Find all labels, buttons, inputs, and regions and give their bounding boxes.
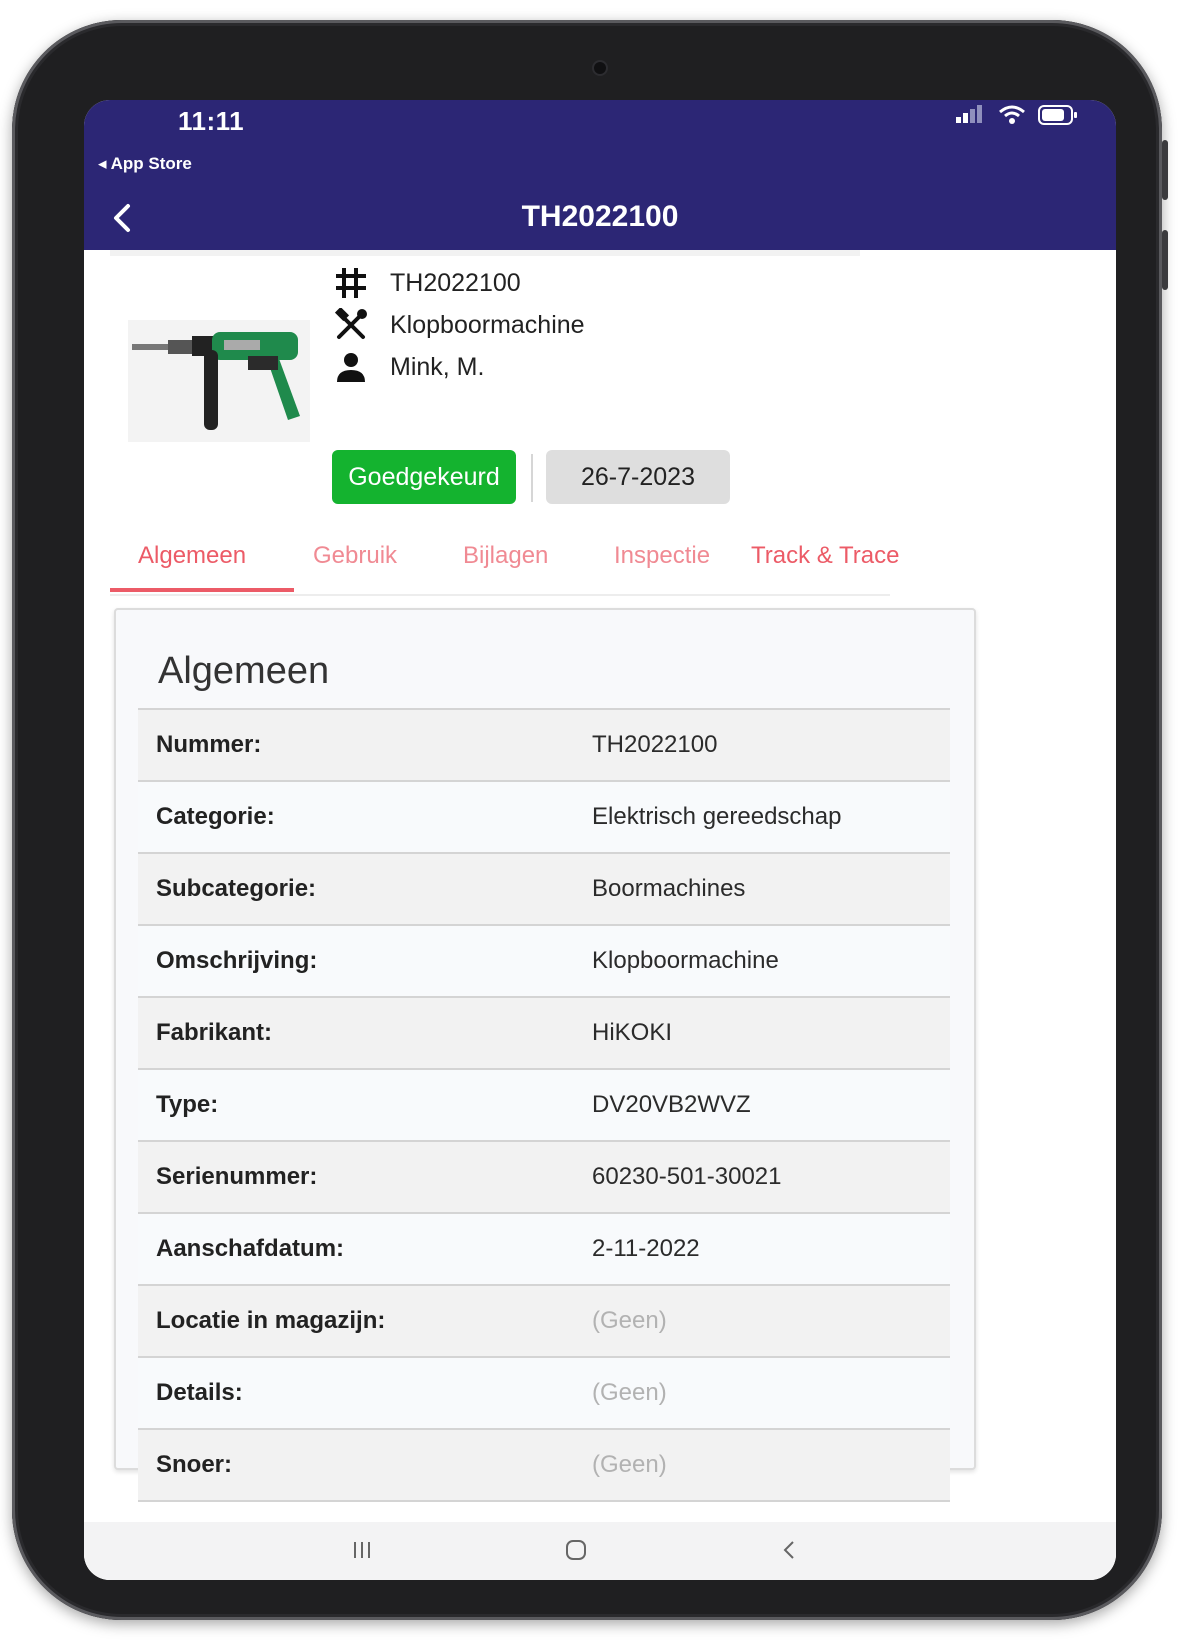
top-bar: 11:11 ◂ App Store TH2022100 [84, 100, 1116, 250]
status-badge: Goedgekeurd [332, 450, 516, 504]
power-button [1162, 140, 1168, 200]
row-value: Klopboormachine [592, 947, 779, 974]
home-icon [566, 1540, 586, 1560]
item-owner-row: Mink, M. [334, 350, 484, 384]
row-label: Locatie in magazijn: [156, 1307, 386, 1334]
page-title: TH2022100 [521, 200, 679, 233]
general-info-card: Algemeen Nummer: TH2022100 Categorie: Elek… [114, 608, 976, 1502]
tab-track-trace[interactable]: Track & Trace [751, 542, 899, 570]
signal-icon [956, 105, 982, 123]
tab-inspectie[interactable]: Inspectie [614, 542, 710, 570]
row-value: 2-11-2022 [592, 1235, 700, 1262]
badge-divider [531, 454, 533, 502]
details-table: Nummer: TH2022100 Categorie: Elektrisch ge… [138, 708, 950, 1502]
date-badge: 26-7-2023 [546, 450, 730, 504]
row-value: (Geen) [592, 1451, 667, 1478]
battery-icon [1038, 105, 1077, 125]
tablet-device: 11:11 ◂ App Store TH2022100 TH2022100 Kl… [12, 20, 1168, 1620]
table-row: Locatie in magazijn: (Geen) [138, 1284, 950, 1356]
row-label: Details: [156, 1379, 243, 1406]
status-icons [956, 104, 1078, 126]
row-label: Fabrikant: [156, 1019, 273, 1046]
table-row: Details: (Geen) [138, 1356, 950, 1428]
row-label: Omschrijving: [156, 947, 318, 974]
app-screen: 11:11 ◂ App Store TH2022100 TH2022100 Kl… [84, 100, 1116, 1580]
table-row: Nummer: TH2022100 [138, 708, 950, 780]
volume-button [1162, 230, 1168, 290]
item-description: Klopboormachine [390, 310, 585, 339]
row-value: (Geen) [592, 1379, 667, 1406]
table-row: Snoer: (Geen) [138, 1428, 950, 1502]
row-label: Categorie: [156, 803, 275, 830]
row-value: HiKOKI [592, 1019, 673, 1046]
drill-image [128, 320, 310, 442]
row-value: TH2022100 [592, 731, 718, 758]
home-button[interactable] [564, 1538, 588, 1567]
row-value: Boormachines [592, 875, 746, 902]
table-row: Subcategorie: Boormachines [138, 852, 950, 924]
item-owner: Mink, M. [390, 352, 485, 381]
person-icon [337, 353, 365, 382]
recent-apps-button[interactable] [350, 1538, 374, 1567]
header-shadow [110, 250, 860, 256]
row-value: (Geen) [592, 1307, 667, 1334]
app-store-back-link[interactable]: ◂ App Store [98, 154, 192, 174]
tab-bar: Algemeen Gebruik Bijlagen Inspectie Trac… [110, 512, 910, 598]
row-value: 60230-501-30021 [592, 1163, 782, 1190]
item-number-row: TH2022100 [334, 266, 521, 300]
table-row: Fabrikant: HiKOKI [138, 996, 950, 1068]
item-number: TH2022100 [390, 268, 521, 297]
wifi-icon [999, 105, 1025, 124]
row-label: Snoer: [156, 1451, 233, 1478]
table-row: Type: DV20VB2WVZ [138, 1068, 950, 1140]
tab-divider [110, 594, 890, 596]
status-time: 11:11 [178, 106, 245, 136]
row-label: Serienummer: [156, 1163, 318, 1190]
content-area: TH2022100 Klopboormachine Mink, M. Goedg… [84, 250, 1116, 1580]
row-value: Elektrisch gereedschap [592, 803, 842, 830]
row-label: Type: [156, 1091, 219, 1118]
table-row: Serienummer: 60230-501-30021 [138, 1140, 950, 1212]
tab-bijlagen[interactable]: Bijlagen [463, 542, 548, 570]
item-description-row: Klopboormachine [334, 308, 585, 342]
table-row: Aanschafdatum: 2-11-2022 [138, 1212, 950, 1284]
tools-icon [334, 308, 367, 339]
hashtag-icon [336, 268, 366, 298]
back-nav-button[interactable] [778, 1538, 802, 1567]
row-value: DV20VB2WVZ [592, 1091, 751, 1118]
active-tab-indicator [110, 588, 294, 592]
row-label: Subcategorie: [156, 875, 317, 902]
front-camera [594, 62, 606, 74]
row-label: Aanschafdatum: [156, 1235, 345, 1262]
table-row: Omschrijving: Klopboormachine [138, 924, 950, 996]
row-label: Nummer: [156, 731, 262, 758]
tab-algemeen[interactable]: Algemeen [138, 542, 246, 570]
card-title: Algemeen [158, 650, 330, 692]
recent-apps-icon [354, 1542, 370, 1558]
table-row: Categorie: Elektrisch gereedschap [138, 780, 950, 852]
back-nav-icon [783, 1541, 794, 1559]
tab-gebruik[interactable]: Gebruik [313, 542, 397, 570]
system-nav-bar [84, 1522, 1116, 1580]
